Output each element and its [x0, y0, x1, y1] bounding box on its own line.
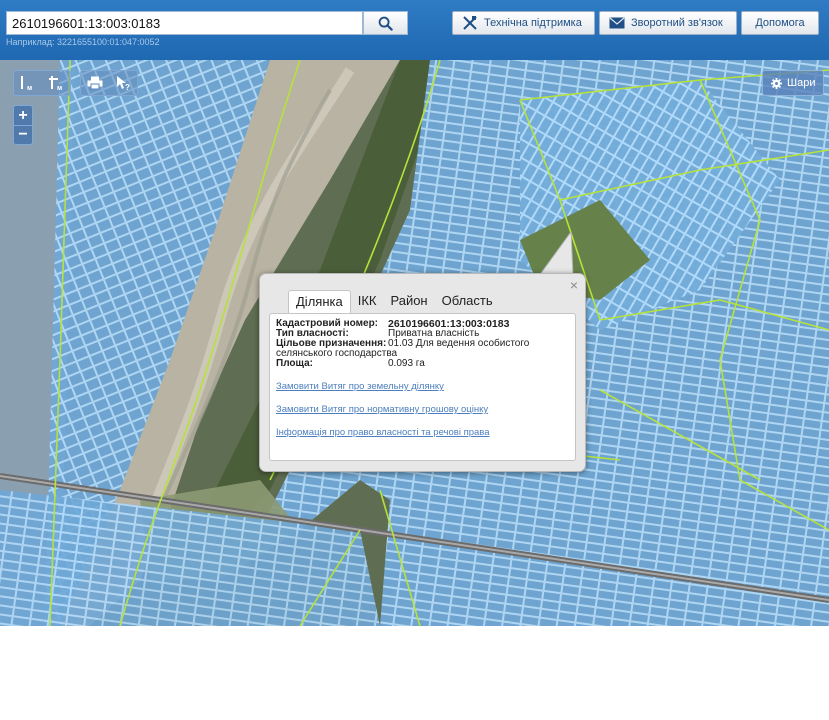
search-icon [378, 16, 393, 31]
parcel-details: Кадастровий номер: 2610196601:13:003:018… [269, 313, 576, 461]
tab-parcel[interactable]: Ділянка [288, 290, 351, 314]
print-button[interactable] [81, 71, 109, 95]
zoom-in-button[interactable]: + [14, 106, 32, 125]
order-valuation-extract-link[interactable]: Замовити Витяг про нормативну грошову оц… [276, 404, 569, 415]
zoom-out-button[interactable]: − [14, 125, 32, 144]
area-label: Площа: [276, 358, 313, 369]
cursor-question-icon: ? [117, 76, 130, 91]
svg-text:?: ? [125, 83, 130, 91]
print-info-toolbar: ? [80, 70, 138, 96]
order-parcel-extract-link[interactable]: Замовити Витяг про земельну ділянку [276, 381, 569, 392]
tools-icon [463, 16, 477, 30]
area-value: 0.093 га [388, 358, 425, 369]
zoom-control: + − [13, 105, 33, 145]
svg-text:м: м [27, 85, 32, 91]
plus-icon: + [18, 106, 28, 124]
layers-label: Шари [787, 77, 816, 89]
feedback-button[interactable]: Зворотний зв'язок [599, 11, 737, 35]
popup-tabs: Ділянка ІКК Район Область [288, 290, 500, 314]
tech-support-label: Технічна підтримка [484, 17, 582, 29]
gear-icon [771, 77, 782, 89]
help-label: Допомога [755, 17, 805, 29]
identify-button[interactable]: ? [109, 71, 137, 95]
parcel-info-popup: × Ділянка ІКК Район Область Кадастровий … [259, 273, 586, 472]
tab-region[interactable]: Область [435, 290, 500, 314]
tab-district[interactable]: Район [383, 290, 434, 314]
top-bar: Наприклад: 3221655100:01:047:0052 Техніч… [0, 0, 829, 60]
feedback-label: Зворотний зв'язок [631, 17, 723, 29]
printer-icon [87, 76, 103, 90]
tech-support-button[interactable]: Технічна підтримка [452, 11, 595, 35]
search-button[interactable] [363, 11, 408, 35]
close-icon[interactable]: × [570, 277, 578, 293]
envelope-icon [609, 17, 625, 29]
area-row: Площа: 0.093 га [276, 359, 569, 369]
ruler-line-icon: м [21, 76, 32, 91]
help-button[interactable]: Допомога [741, 11, 819, 35]
measure-toolbar: м м [13, 70, 71, 96]
ruler-area-icon: м [49, 76, 62, 91]
tab-ikk[interactable]: ІКК [351, 290, 384, 314]
ownership-rights-info-link[interactable]: Інформація про право власності та речові… [276, 427, 569, 438]
minus-icon: − [18, 126, 28, 143]
cadastral-search-input[interactable] [6, 11, 363, 35]
svg-text:м: м [57, 85, 62, 91]
measure-area-tool[interactable]: м [42, 71, 70, 95]
measure-line-tool[interactable]: м [14, 71, 42, 95]
layers-button[interactable]: Шари [762, 70, 825, 96]
purpose-value: 01.03 Для ведення особистого [388, 338, 530, 349]
search-hint: Наприклад: 3221655100:01:047:0052 [6, 37, 160, 47]
